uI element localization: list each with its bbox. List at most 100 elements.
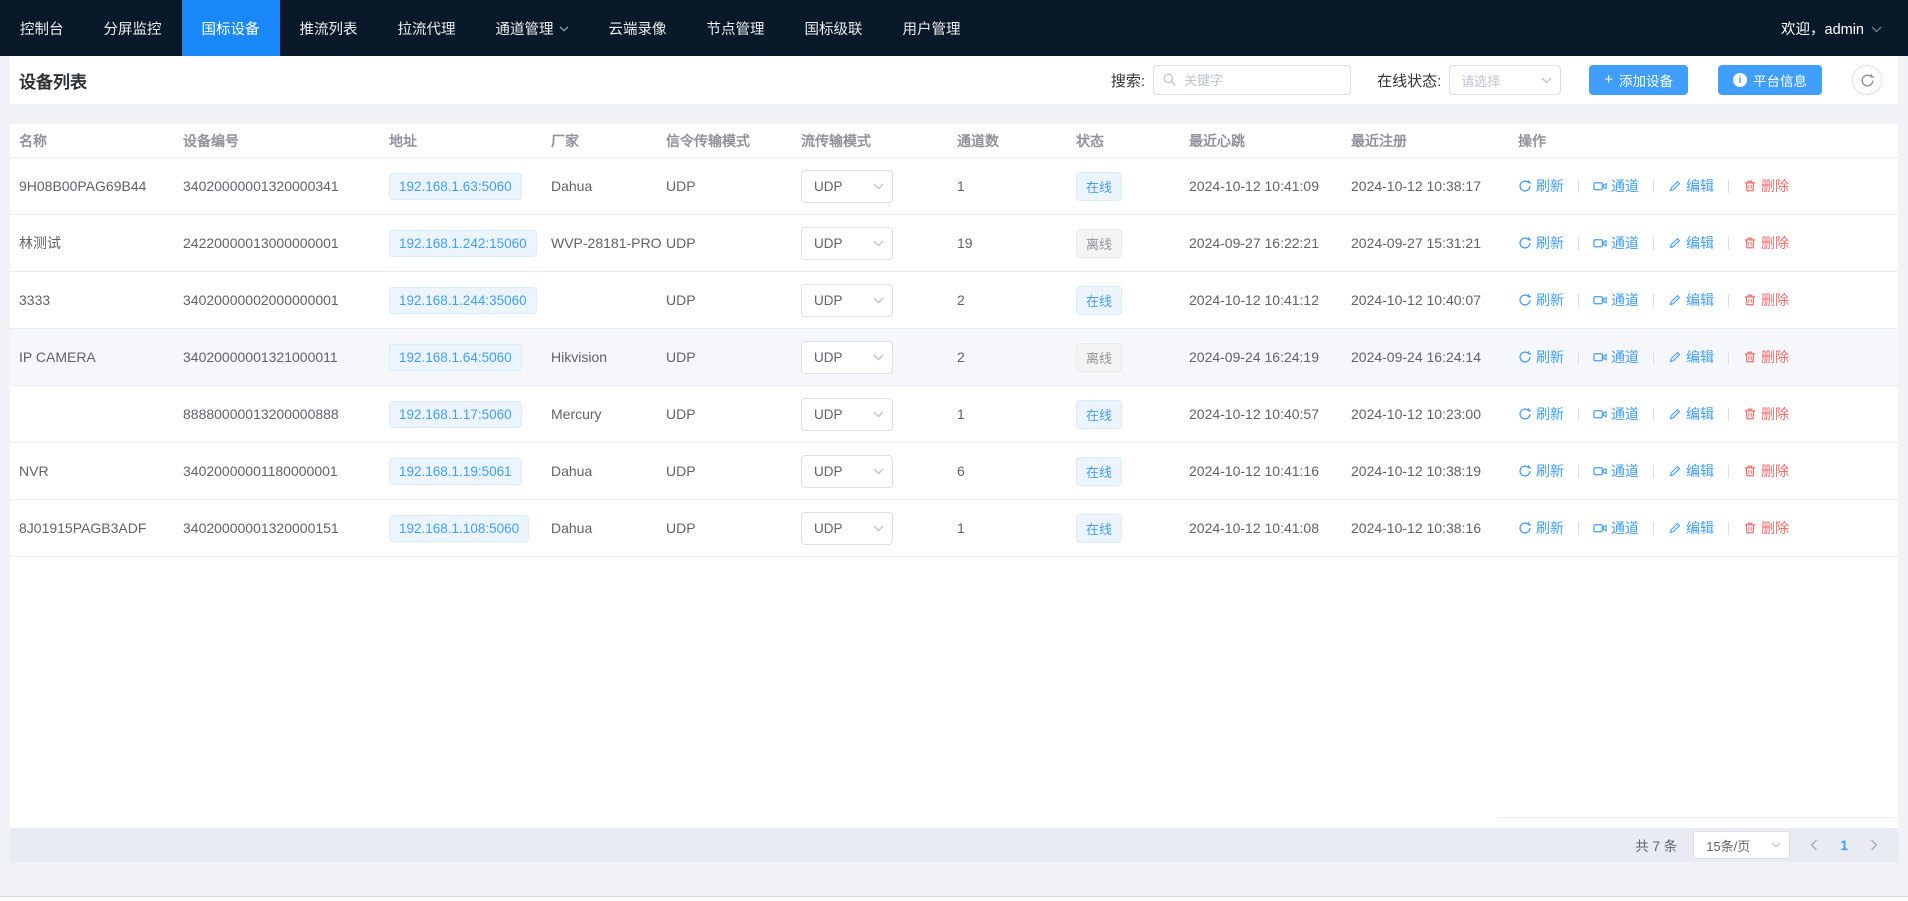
- edit-action[interactable]: 编辑: [1668, 518, 1714, 538]
- delete-action[interactable]: 删除: [1743, 233, 1789, 253]
- trash-icon: [1743, 236, 1757, 250]
- delete-action[interactable]: 删除: [1743, 290, 1789, 310]
- edit-action[interactable]: 编辑: [1668, 347, 1714, 367]
- page-size-select[interactable]: 15条/页: [1693, 831, 1790, 859]
- cell-device-id: 34020000002000000001: [183, 292, 389, 308]
- welcome-text: 欢迎，admin: [1781, 18, 1864, 39]
- delete-action[interactable]: 删除: [1743, 518, 1789, 538]
- cell-channels: 1: [957, 520, 1076, 536]
- edit-action[interactable]: 编辑: [1668, 290, 1714, 310]
- page-footer-strip: [0, 862, 1908, 897]
- cell-name: 3333: [19, 292, 183, 308]
- edit-action[interactable]: 编辑: [1668, 404, 1714, 424]
- nav-tab-gb-device[interactable]: 国标设备: [182, 0, 280, 56]
- divider: [1728, 465, 1729, 478]
- channels-action[interactable]: 通道: [1593, 404, 1639, 424]
- nav-tab-split-monitor[interactable]: 分屏监控: [84, 0, 182, 56]
- nav-tab-channel-mgmt[interactable]: 通道管理: [476, 0, 589, 56]
- divider: [1653, 237, 1654, 250]
- refresh-list-button[interactable]: [1852, 65, 1882, 95]
- cell-signaling-mode: UDP: [666, 292, 801, 308]
- cell-registered: 2024-10-12 10:38:17: [1351, 178, 1518, 194]
- table-header: 名称 设备编号 地址 厂家 信令传输模式 流传输模式 通道数 状态 最近心跳 最…: [10, 124, 1898, 158]
- address-tag: 192.168.1.64:5060: [389, 344, 522, 371]
- spacer: [10, 104, 1898, 124]
- divider: [1578, 465, 1579, 478]
- video-camera-icon: [1593, 293, 1607, 307]
- online-status-select[interactable]: 请选择: [1449, 65, 1561, 95]
- channels-action[interactable]: 通道: [1593, 461, 1639, 481]
- refresh-action[interactable]: 刷新: [1518, 347, 1564, 367]
- channels-action[interactable]: 通道: [1593, 233, 1639, 253]
- table-row: 林测试 24220000013000000001 192.168.1.242:1…: [10, 215, 1898, 272]
- col-device-id: 设备编号: [183, 131, 389, 151]
- edit-action[interactable]: 编辑: [1668, 233, 1714, 253]
- channels-action[interactable]: 通道: [1593, 176, 1639, 196]
- divider: [1728, 351, 1729, 364]
- cell-registered: 2024-10-12 10:38:16: [1351, 520, 1518, 536]
- nav-tab-gb-cascade[interactable]: 国标级联: [785, 0, 883, 56]
- refresh-action[interactable]: 刷新: [1518, 404, 1564, 424]
- cell-device-id: 34020000001320000151: [183, 520, 389, 536]
- nav-tab-cloud-record[interactable]: 云端录像: [589, 0, 687, 56]
- stream-mode-select[interactable]: UDP: [801, 227, 893, 260]
- divider: [1578, 522, 1579, 535]
- col-name: 名称: [19, 131, 183, 151]
- cell-heartbeat: 2024-10-12 10:40:57: [1189, 406, 1351, 422]
- stream-mode-select[interactable]: UDP: [801, 455, 893, 488]
- total-count: 共 7 条: [1635, 835, 1677, 855]
- edit-action[interactable]: 编辑: [1668, 176, 1714, 196]
- delete-action[interactable]: 删除: [1743, 347, 1789, 367]
- next-page-button[interactable]: [1864, 839, 1884, 851]
- prev-page-button[interactable]: [1804, 839, 1824, 851]
- platform-info-button[interactable]: i 平台信息: [1718, 65, 1822, 95]
- refresh-action[interactable]: 刷新: [1518, 233, 1564, 253]
- video-camera-icon: [1593, 521, 1607, 535]
- stream-mode-select[interactable]: UDP: [801, 512, 893, 545]
- chevron-left-icon: [1810, 839, 1818, 851]
- refresh-action[interactable]: 刷新: [1518, 518, 1564, 538]
- nav-tab-node-mgmt[interactable]: 节点管理: [687, 0, 785, 56]
- stream-mode-select[interactable]: UDP: [801, 341, 893, 374]
- edit-action[interactable]: 编辑: [1668, 461, 1714, 481]
- divider: [1653, 522, 1654, 535]
- refresh-action[interactable]: 刷新: [1518, 461, 1564, 481]
- stream-mode-select[interactable]: UDP: [801, 170, 893, 203]
- trash-icon: [1743, 407, 1757, 421]
- add-device-button[interactable]: + 添加设备: [1589, 65, 1688, 95]
- nav-tab-pull-proxy[interactable]: 拉流代理: [378, 0, 476, 56]
- address-tag: 192.168.1.108:5060: [389, 515, 529, 542]
- col-heartbeat: 最近心跳: [1189, 131, 1351, 151]
- refresh-action[interactable]: 刷新: [1518, 290, 1564, 310]
- delete-action[interactable]: 删除: [1743, 404, 1789, 424]
- refresh-icon: [1518, 179, 1532, 193]
- trash-icon: [1743, 521, 1757, 535]
- nav-tab-user-mgmt[interactable]: 用户管理: [883, 0, 981, 56]
- stream-mode-select[interactable]: UDP: [801, 398, 893, 431]
- delete-action[interactable]: 删除: [1743, 176, 1789, 196]
- nav-tab-console[interactable]: 控制台: [0, 0, 84, 56]
- cell-manufacturer: Dahua: [551, 463, 666, 479]
- stream-mode-select[interactable]: UDP: [801, 284, 893, 317]
- cell-heartbeat: 2024-10-12 10:41:08: [1189, 520, 1351, 536]
- cell-registered: 2024-10-12 10:38:19: [1351, 463, 1518, 479]
- cell-signaling-mode: UDP: [666, 520, 801, 536]
- chevron-down-icon: [1871, 26, 1882, 33]
- chevron-down-icon: [873, 240, 884, 247]
- user-menu[interactable]: 欢迎，admin: [1755, 0, 1908, 56]
- channels-action[interactable]: 通道: [1593, 518, 1639, 538]
- refresh-icon: [1518, 407, 1532, 421]
- video-camera-icon: [1593, 350, 1607, 364]
- divider: [1578, 408, 1579, 421]
- channels-action[interactable]: 通道: [1593, 347, 1639, 367]
- divider: [1578, 237, 1579, 250]
- nav-tab-push-list[interactable]: 推流列表: [280, 0, 378, 56]
- cell-channels: 19: [957, 235, 1076, 251]
- search-input[interactable]: [1153, 65, 1351, 95]
- cell-name: IP CAMERA: [19, 349, 183, 365]
- channels-action[interactable]: 通道: [1593, 290, 1639, 310]
- cell-registered: 2024-10-12 10:40:07: [1351, 292, 1518, 308]
- delete-action[interactable]: 删除: [1743, 461, 1789, 481]
- refresh-action[interactable]: 刷新: [1518, 176, 1564, 196]
- page-number[interactable]: 1: [1840, 837, 1848, 853]
